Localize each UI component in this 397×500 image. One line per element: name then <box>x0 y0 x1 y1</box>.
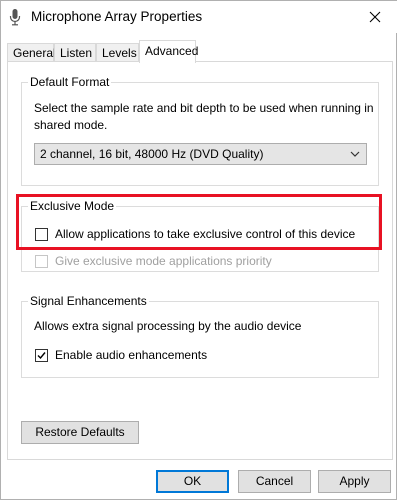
enable-audio-enhancements-checkbox[interactable] <box>35 349 48 362</box>
tab-advanced[interactable]: Advanced <box>139 40 198 63</box>
close-icon <box>369 11 381 23</box>
default-format-description-line1: Select the sample rate and bit depth to … <box>34 101 374 115</box>
advanced-tab-panel: Default Format Select the sample rate an… <box>7 61 393 460</box>
tab-general[interactable]: General <box>7 43 56 62</box>
signal-enhancements-legend: Signal Enhancements <box>28 294 149 308</box>
cancel-button[interactable]: Cancel <box>238 470 311 493</box>
window-title: Microphone Array Properties <box>31 9 203 24</box>
default-format-description: Select the sample rate and bit depth to … <box>34 100 374 134</box>
signal-enhancements-description: Allows extra signal processing by the au… <box>34 319 302 333</box>
default-format-select[interactable]: 2 channel, 16 bit, 48000 Hz (DVD Quality… <box>34 143 367 165</box>
chevron-down-icon <box>350 151 360 157</box>
tab-levels[interactable]: Levels <box>96 43 139 62</box>
exclusive-priority-label[interactable]: Give exclusive mode applications priorit… <box>55 253 272 270</box>
default-format-group: Default Format Select the sample rate an… <box>21 75 379 186</box>
ok-button[interactable]: OK <box>156 470 229 493</box>
default-format-selected-value: 2 channel, 16 bit, 48000 Hz (DVD Quality… <box>40 147 264 161</box>
close-button[interactable] <box>352 1 397 33</box>
enable-audio-enhancements-label[interactable]: Enable audio enhancements <box>55 347 207 364</box>
exclusive-priority-checkbox[interactable] <box>35 255 48 268</box>
default-format-description-line2: shared mode. <box>34 118 108 132</box>
microphone-icon <box>9 9 21 26</box>
restore-defaults-button[interactable]: Restore Defaults <box>21 421 139 444</box>
default-format-legend: Default Format <box>28 75 112 89</box>
apply-button[interactable]: Apply <box>318 470 391 493</box>
tab-listen[interactable]: Listen <box>54 43 96 62</box>
properties-window: Microphone Array Properties General List… <box>0 0 397 500</box>
highlight-annotation <box>16 194 382 250</box>
title-bar: Microphone Array Properties <box>1 1 397 33</box>
checkmark-icon <box>37 352 46 360</box>
signal-enhancements-group: Signal Enhancements Allows extra signal … <box>21 294 379 378</box>
